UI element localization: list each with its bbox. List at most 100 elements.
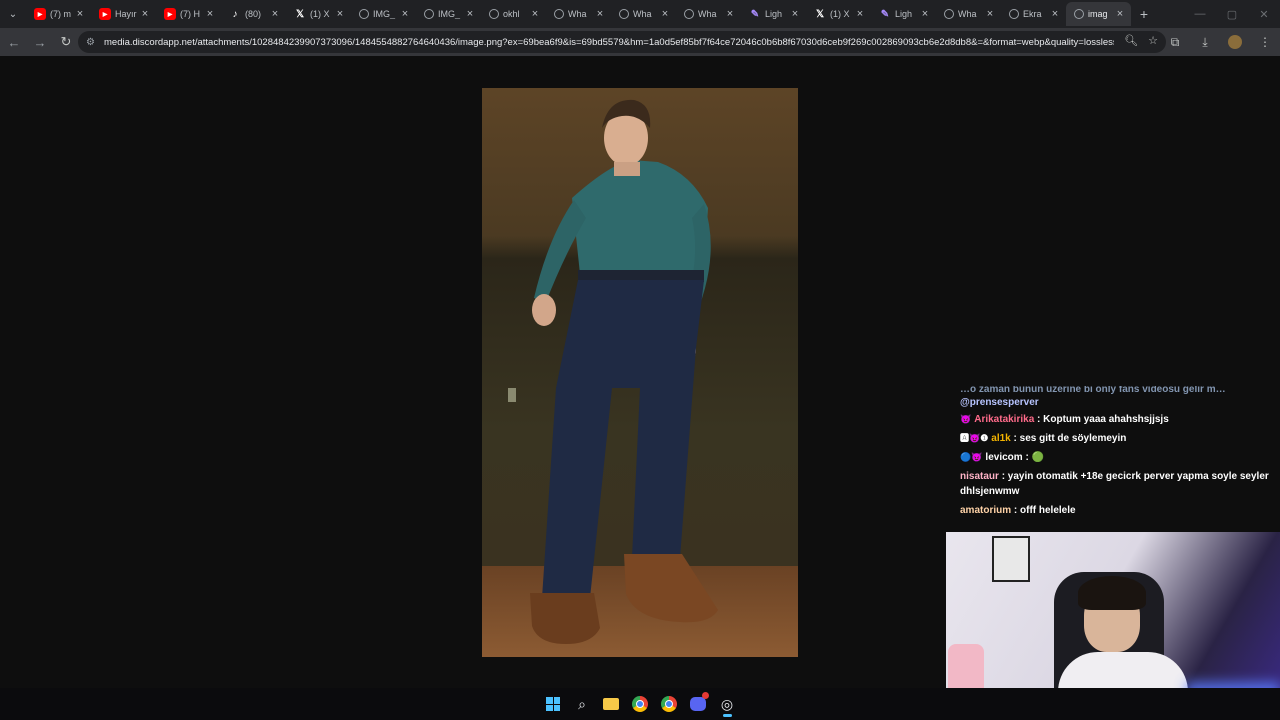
tab-title: Wha <box>633 9 652 19</box>
bookmark-star-icon[interactable]: ☆ <box>1148 34 1158 47</box>
active-app-indicator <box>722 714 732 717</box>
globe-icon: . <box>684 9 694 19</box>
maximize-icon[interactable]: ▢ <box>1216 0 1248 28</box>
browser-tab[interactable]: ▶ Hayır × <box>91 2 156 26</box>
tab-close-icon[interactable]: × <box>854 8 866 20</box>
tab-title: IMG_ <box>373 9 396 19</box>
chat-username: nisataur <box>960 471 999 482</box>
globe-icon: . <box>554 9 564 19</box>
tab-title: (1) X <box>310 9 330 19</box>
search-icon[interactable]: ⌕ <box>568 690 597 718</box>
chrome-icon[interactable] <box>655 690 684 718</box>
browser-tab[interactable]: ✎ Ligh × <box>871 2 936 26</box>
chat-badges-icon: 🅰😈❶ <box>960 433 989 443</box>
streamer-hair <box>1078 576 1146 610</box>
browser-tab[interactable]: 𝕏 (1) X × <box>806 2 871 26</box>
windows-taskbar: ⌕ ◎ <box>0 688 1280 720</box>
site-info-icon[interactable]: ⚙ <box>86 37 100 48</box>
tab-close-icon[interactable]: × <box>1114 8 1126 20</box>
browser-tab[interactable]: . imag × <box>1066 2 1131 26</box>
browser-tab[interactable]: . Wha × <box>676 2 741 26</box>
globe-icon: . <box>1009 9 1019 19</box>
browser-tab[interactable]: ▶ (7) H × <box>156 2 221 26</box>
tab-close-icon[interactable]: × <box>919 8 931 20</box>
tab-title: (7) m <box>50 9 71 19</box>
tab-close-icon[interactable]: × <box>789 8 801 20</box>
tab-title: Ligh <box>765 9 783 19</box>
tab-close-icon[interactable]: × <box>269 8 281 20</box>
obs-icon[interactable]: ◎ <box>713 690 742 718</box>
address-bar[interactable]: ⚙ media.discordapp.net/attachments/10284… <box>78 31 1166 53</box>
chrome-icon[interactable] <box>626 690 655 718</box>
x-icon: 𝕏 <box>295 8 305 20</box>
tab-close-icon[interactable]: × <box>334 8 346 20</box>
reload-icon[interactable]: ↻ <box>54 30 78 54</box>
x-icon: 𝕏 <box>815 8 825 20</box>
tab-close-icon[interactable]: × <box>984 8 996 20</box>
tab-title: Hayır <box>115 9 137 19</box>
viewed-image[interactable] <box>482 88 798 657</box>
windows-start-icon[interactable] <box>539 690 568 718</box>
tab-title: Wha <box>958 9 977 19</box>
new-tab-button[interactable]: + <box>1131 6 1157 22</box>
download-icon[interactable]: ⤓ <box>1190 35 1220 50</box>
tab-close-icon[interactable]: × <box>139 8 151 20</box>
chat-username: al1k <box>991 433 1011 444</box>
tab-close-icon[interactable]: × <box>659 8 671 20</box>
chat-text: : offf helelele <box>1013 505 1076 516</box>
browser-tab[interactable]: . IMG_× <box>416 2 481 26</box>
profile-avatar[interactable] <box>1220 35 1250 49</box>
browser-tab[interactable]: . Wha × <box>936 2 1001 26</box>
tab-close-icon[interactable]: × <box>464 8 476 20</box>
tab-title: IMG_ <box>438 9 461 19</box>
discord-icon[interactable] <box>684 690 713 718</box>
chat-badges-icon: 😈 <box>960 414 972 424</box>
youtube-icon: ▶ <box>164 8 176 20</box>
forward-arrow-icon[interactable]: → <box>28 30 52 54</box>
chat-message: 😈 Arikatakirika : Koptum yaaa ahahshsjjsj… <box>950 410 1280 429</box>
browser-tab[interactable]: ♪ (80) × <box>221 2 286 26</box>
globe-icon: . <box>489 9 499 19</box>
window-controls: — ▢ ✕ <box>1184 0 1280 28</box>
pen-icon: ✎ <box>750 8 760 20</box>
tab-close-icon[interactable]: × <box>74 8 86 20</box>
browser-toolbar: ← → ↻ ⚙ media.discordapp.net/attachments… <box>0 28 1280 56</box>
tab-title: (7) H <box>180 9 200 19</box>
tab-strip: ▶(7) m×▶Hayır×▶(7) H×♪(80)×𝕏(1) X×.IMG_×… <box>26 0 1131 28</box>
tab-title: okhl <box>503 9 520 19</box>
tab-close-icon[interactable]: × <box>529 8 541 20</box>
browser-tab[interactable]: . Wha × <box>546 2 611 26</box>
chat-badges-icon: 🔵😈 <box>960 452 983 462</box>
globe-icon: . <box>619 9 629 19</box>
chat-text: : Koptum yaaa ahahshsjjsjs <box>1037 414 1169 425</box>
tab-search-chevron-icon[interactable]: ⌄ <box>0 0 26 28</box>
browser-tab[interactable]: 𝕏 (1) X × <box>286 2 351 26</box>
browser-tab[interactable]: ▶ (7) m × <box>26 2 91 26</box>
chat-text: : ses gitt de söylemeyin <box>1013 433 1127 444</box>
chat-message: 🅰😈❶ al1k : ses gitt de söylemeyin <box>950 429 1280 448</box>
chat-mention: @prensesperver <box>960 397 1039 408</box>
tab-close-icon[interactable]: × <box>724 8 736 20</box>
browser-tab[interactable]: ✎ Ligh × <box>741 2 806 26</box>
file-explorer-icon[interactable] <box>597 690 626 718</box>
minimize-icon[interactable]: — <box>1184 0 1216 28</box>
globe-icon: . <box>359 9 369 19</box>
browser-tab[interactable]: . Ekra × <box>1001 2 1066 26</box>
chat-message: 🔵😈 levicom : 🟢 <box>950 448 1280 467</box>
extensions-icon[interactable]: ⧉ <box>1160 35 1190 50</box>
globe-icon: . <box>944 9 954 19</box>
close-window-icon[interactable]: ✕ <box>1248 0 1280 28</box>
chat-text: : 🟢 <box>1025 452 1045 463</box>
tab-close-icon[interactable]: × <box>204 8 216 20</box>
back-arrow-icon[interactable]: ← <box>2 30 26 54</box>
kebab-menu-icon[interactable]: ⋮ <box>1250 35 1280 49</box>
browser-tab[interactable]: . IMG_× <box>351 2 416 26</box>
chat-username: Arikatakirika <box>974 414 1035 425</box>
browser-tab[interactable]: . Wha × <box>611 2 676 26</box>
tab-close-icon[interactable]: × <box>1049 8 1061 20</box>
tab-close-icon[interactable]: × <box>399 8 411 20</box>
tab-close-icon[interactable]: × <box>594 8 606 20</box>
browser-tab[interactable]: . okhl × <box>481 2 546 26</box>
url-text[interactable]: media.discordapp.net/attachments/1028484… <box>104 37 1114 48</box>
zoom-icon[interactable]: 🔍︎ <box>1124 34 1138 47</box>
